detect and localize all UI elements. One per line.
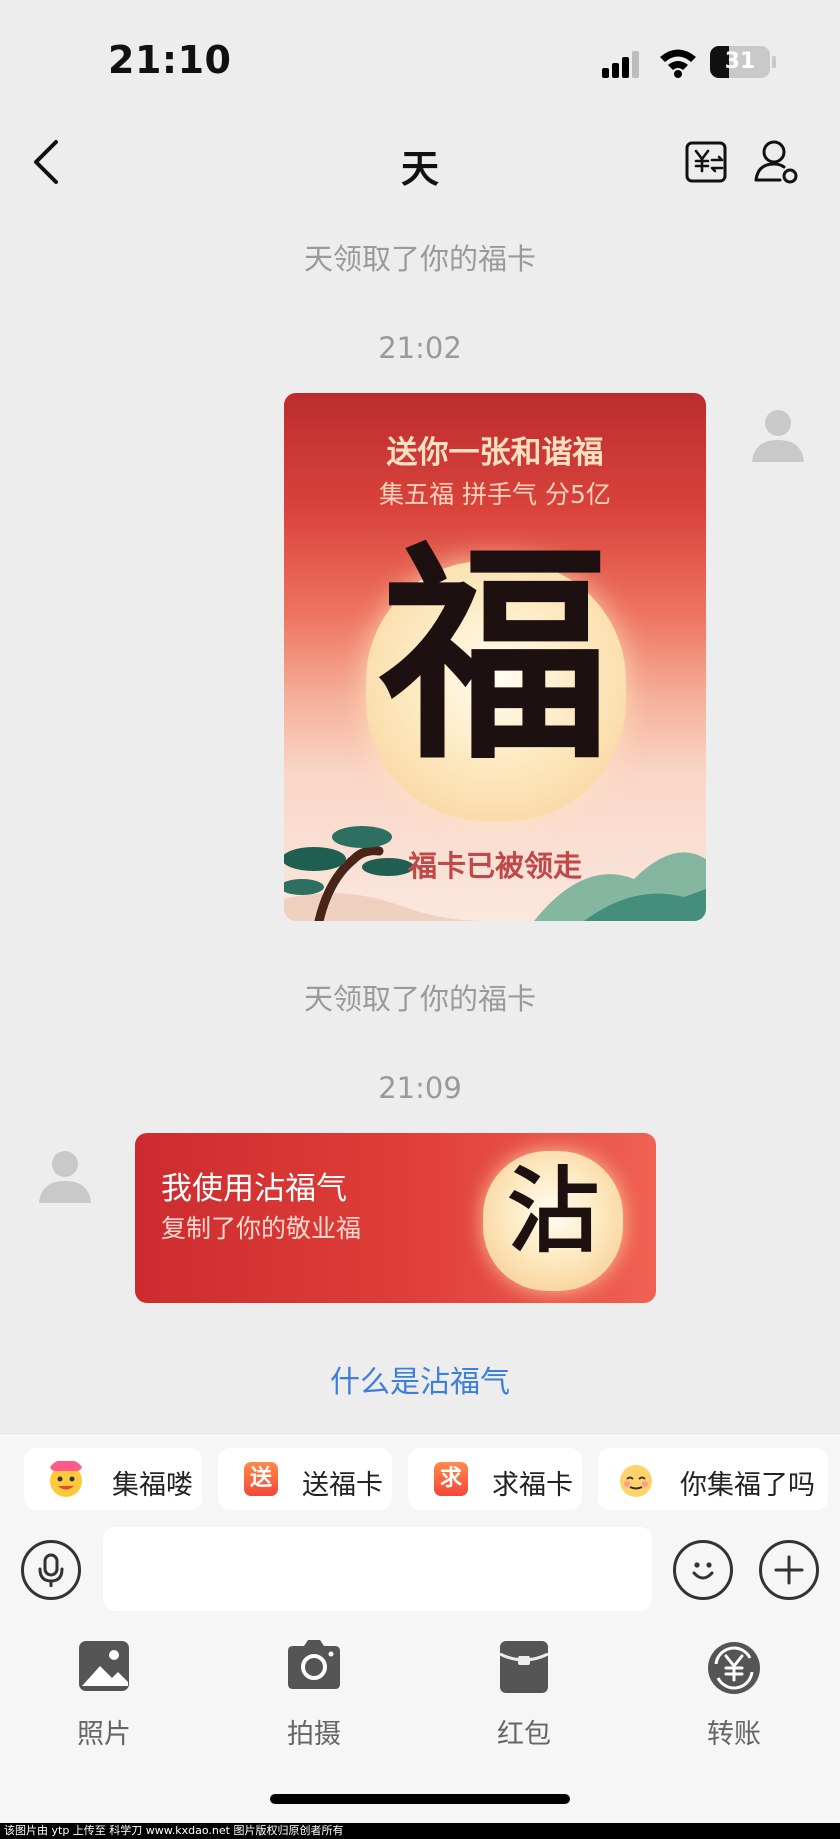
fu-card-subtitle: 集五福 拼手气 分5亿 <box>379 480 611 509</box>
quick-chip-request-card[interactable]: 求 求福卡 <box>408 1448 582 1510</box>
zhan-card-subtitle: 复制了你的敬业福 <box>161 1214 362 1243</box>
fu-card-status: 福卡已被领走 <box>407 849 582 883</box>
transfer-icon <box>708 1642 760 1694</box>
action-label: 红包 <box>497 1719 551 1750</box>
wifi-icon <box>660 49 696 78</box>
more-button[interactable] <box>759 1540 819 1600</box>
battery-cap <box>772 56 776 68</box>
voice-button[interactable] <box>21 1540 81 1600</box>
quick-chip-collect-fu[interactable]: 集福喽 <box>24 1448 202 1510</box>
smiley-icon <box>692 1562 714 1580</box>
chip-label: 你集福了吗 <box>680 1470 815 1501</box>
home-indicator[interactable] <box>270 1794 570 1804</box>
watermark-text: 该图片由 ytp 上传至 科学刀 www.kxdao.net 图片版权归原创者所… <box>4 1824 344 1837</box>
timestamp: 21:09 <box>378 1071 462 1105</box>
what-is-zhanfuqi-link[interactable]: 什么是沾福气 <box>0 1357 840 1401</box>
sticker-icon <box>50 1461 82 1497</box>
microphone-icon <box>38 1553 64 1587</box>
chip-label: 集福喽 <box>112 1470 193 1501</box>
chip-label: 求福卡 <box>492 1470 573 1501</box>
action-label: 照片 <box>77 1719 131 1750</box>
person-settings-icon[interactable] <box>752 138 800 186</box>
send-card-icon: 送 <box>244 1462 278 1496</box>
contact-avatar-icon[interactable] <box>35 1145 95 1205</box>
red-packet-icon <box>499 1641 549 1693</box>
message-input[interactable] <box>103 1527 652 1611</box>
zhan-card-title: 我使用沾福气 <box>161 1171 347 1207</box>
photo-icon <box>79 1641 129 1691</box>
battery-percentage: 31 <box>724 49 756 74</box>
action-photo[interactable]: 照片 <box>44 1640 164 1750</box>
sticker-icon <box>620 1465 652 1497</box>
plus-icon <box>774 1555 804 1585</box>
chip-label: 送福卡 <box>302 1470 383 1501</box>
status-time: 21:10 <box>108 38 232 82</box>
fu-character: 福 <box>379 521 610 791</box>
action-red-packet[interactable]: 红包 <box>464 1640 584 1750</box>
camera-icon <box>288 1640 340 1689</box>
fu-card-message[interactable]: 送你一张和谐福 集五福 拼手气 分5亿 福 福卡已被领走 <box>284 393 706 921</box>
action-label: 转账 <box>707 1719 761 1750</box>
fu-card-title: 送你一张和谐福 <box>386 435 604 471</box>
system-message: 天领取了你的福卡 <box>303 982 536 1016</box>
action-transfer[interactable]: 转账 <box>674 1640 794 1750</box>
quick-chip-did-you-collect[interactable]: 你集福了吗 <box>598 1448 828 1510</box>
quick-chip-send-card[interactable]: 送 送福卡 <box>218 1448 392 1510</box>
battery-icon: 31 <box>710 46 770 78</box>
system-message: 天领取了你的福卡 <box>303 242 536 276</box>
action-label: 拍摄 <box>287 1719 341 1750</box>
request-card-icon: 求 <box>434 1462 468 1496</box>
zhan-card-message[interactable]: 我使用沾福气 复制了你的敬业福 沾 <box>135 1133 656 1303</box>
my-avatar-icon[interactable] <box>748 404 808 464</box>
timestamp: 21:02 <box>378 331 462 365</box>
action-camera[interactable]: 拍摄 <box>254 1640 374 1750</box>
cellular-signal-icon <box>602 50 642 78</box>
yuan-transfer-icon[interactable] <box>684 138 728 186</box>
zhan-character: 沾 <box>506 1157 599 1265</box>
emoji-button[interactable] <box>673 1540 733 1600</box>
